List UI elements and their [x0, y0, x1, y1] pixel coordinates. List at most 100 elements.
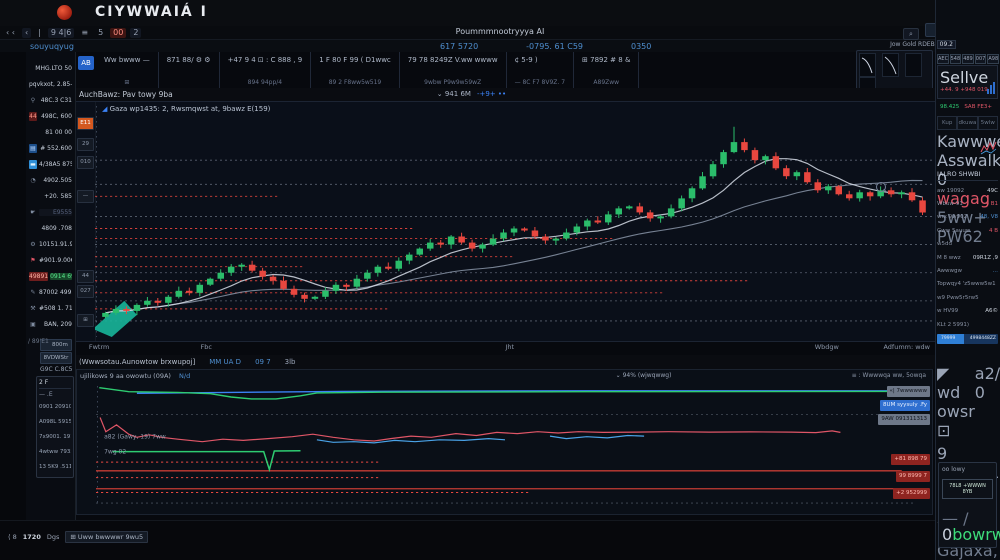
toolbar-group[interactable]: ⊞ 7892 # 8 & A89Zww: [574, 52, 639, 88]
row-icon: ◔: [29, 176, 37, 185]
order-card-box[interactable]: 78L8 +WWWN 8YB: [942, 479, 993, 499]
watchlist-row[interactable]: 49891 0914 69.5B: [26, 268, 75, 284]
kv-key: aw 19092: [937, 188, 964, 194]
nav-control[interactable]: |: [35, 28, 44, 38]
magnifier-icon[interactable]: [876, 182, 886, 192]
zoom-preset-button[interactable]: 8VDWStr: [40, 352, 72, 364]
sparkline: [980, 140, 998, 156]
mini-panel-row[interactable]: 4wtww 7935: [39, 445, 71, 460]
rail-button[interactable]: 027: [77, 285, 94, 298]
toolbar-group[interactable]: 1 F 80 F 99 ( D1wwc 89 2 F8ww5w519: [311, 52, 400, 88]
indicator-param[interactable]: 09 7: [255, 358, 271, 366]
quote-value: -0795. 61 C59: [526, 42, 583, 51]
order-entry-card[interactable]: oo lowy 78L8 +WWWN 8YB — / 0 bowrw: [938, 462, 997, 548]
right-panel-tabs: Kupdkuwa5wlw: [937, 116, 998, 130]
toolbar-group[interactable]: ¢ 5-9 ) — 8C F7 8V9Z. 7: [507, 52, 574, 88]
toolbar-group[interactable]: 79 78 8249Z V.ww wwww 9wbw P9w9w59wZ: [400, 52, 507, 88]
kv-row: aw 19092 49C: [937, 184, 998, 197]
row-value: 48C.3 C31: [39, 97, 72, 104]
nav-control[interactable]: ≡: [78, 28, 91, 38]
legend-text: Gaza wp1435: 2, Rwsmqwst at, 9bawz E(159…: [110, 105, 271, 113]
indicator-right-label[interactable]: ≡ : Wwwwqa ww, 5owqa: [852, 372, 926, 379]
watchlist-row[interactable]: ⚙ 10151.91.906: [26, 236, 75, 252]
candlestick-chart[interactable]: E1129010—44027⊞ ◢ Gaza wp1435: 2, Rwsmqw…: [76, 101, 935, 342]
chart-thumbnail[interactable]: [882, 53, 899, 77]
progress-left-label: 79999: [941, 336, 955, 341]
status-badge-button[interactable]: ⊞ Uww bwwwwr 9wu5: [65, 531, 148, 543]
mini-panel-row[interactable]: A098L 5915: [39, 415, 71, 430]
nav-control[interactable]: 9 4|6: [48, 28, 75, 38]
time-axis[interactable]: FwtrmFbcJhtWbdgw: [76, 341, 935, 354]
indicator-link[interactable]: N/d: [179, 372, 190, 380]
timeframe-chip[interactable]: A98: [987, 54, 999, 64]
watchlist-row[interactable]: ▤ # 552.600: [26, 140, 75, 156]
timeframe-chip[interactable]: 5481: [950, 54, 962, 64]
toolbar-group-label: 871 88/ ⚙ ⚙: [167, 56, 211, 64]
toolbar-group[interactable]: Ww bwww — ⊞: [96, 52, 159, 88]
quote-card[interactable]: Sellve +44. 9 +948 019 98.425 SAB FE3+: [937, 65, 998, 99]
watchlist-row[interactable]: MHG.LTO 50: [26, 60, 75, 76]
watchlist-row[interactable]: ⚲ 48C.3 C31: [26, 92, 75, 108]
right-panel-tab[interactable]: Kup: [937, 116, 957, 130]
symbol-name[interactable]: souyuqyug: [30, 42, 74, 51]
watchlist-row[interactable]: ✎ 87002 499508M: [26, 284, 75, 300]
watchlist-row[interactable]: ▬ 4/38A5 875-500: [26, 156, 75, 172]
rail-button[interactable]: 44: [77, 270, 94, 283]
trading-app-window: CIYWWAIÁ I ‹ ‹‹|9 4|6≡5002 Poummmnootryy…: [0, 0, 1000, 560]
nav-control[interactable]: 2: [130, 28, 141, 38]
depth-bars: [987, 82, 995, 94]
watchlist-row[interactable]: 81 00 00: [26, 124, 75, 140]
toolbar-group[interactable]: 871 88/ ⚙ ⚙: [159, 52, 220, 88]
watchlist-row[interactable]: 4809 .708: [26, 220, 75, 236]
kv-value: 48, V8: [980, 214, 998, 220]
rail-button[interactable]: 010: [77, 156, 94, 169]
order-submit[interactable]: bowrw: [952, 525, 1000, 544]
nav-control[interactable]: ‹ ‹: [3, 28, 18, 38]
mini-panel-row[interactable]: 13 5K9 .5115: [39, 460, 71, 475]
search-icon[interactable]: ⌕: [903, 28, 919, 40]
timeframe-chip[interactable]: 4894: [962, 54, 974, 64]
indicator-svg[interactable]: a82 (Gawy, 19) 7ww7wg 02: [96, 384, 914, 508]
app-title: CIYWWAIÁ I: [95, 4, 208, 20]
nav-control[interactable]: 00: [110, 28, 126, 38]
chart-thumbnail[interactable]: [859, 53, 876, 77]
timeframe-chip[interactable]: 007a: [975, 54, 987, 64]
progress-bar[interactable]: 79999 4998448ZZ: [937, 334, 998, 344]
rail-button[interactable]: ⊞: [77, 314, 94, 327]
mini-panel-row[interactable]: 0901 20910: [39, 400, 71, 415]
nav-control[interactable]: 5: [95, 28, 106, 38]
right-panel-tab[interactable]: dkuwa: [957, 116, 977, 130]
mini-panel-row[interactable]: 7x9001. 1913: [39, 430, 71, 445]
indicator-title[interactable]: (Wwwsotau.Aunowtow brxwupoj]: [79, 358, 195, 366]
watchlist-row[interactable]: ◔ 4902.505: [26, 172, 75, 188]
watchlist-row[interactable]: ☛ E9555: [26, 204, 75, 220]
watchlist-row[interactable]: +20. 585: [26, 188, 75, 204]
timeframe-chip[interactable]: AEC: [937, 54, 949, 64]
price-badge: +2 952999: [893, 488, 930, 499]
quote-value: 617 5720: [440, 42, 478, 51]
watchlist-row[interactable]: 44 498C, 600: [26, 108, 75, 124]
price-badge: +81 898 79: [891, 454, 930, 465]
nav-control[interactable]: ‹: [22, 28, 31, 38]
candles-svg[interactable]: [95, 102, 933, 341]
rail-button[interactable]: E11: [77, 117, 94, 130]
row-icon: ☛: [29, 208, 37, 217]
indicator-param[interactable]: MM UA D: [209, 358, 241, 366]
watchlist-row[interactable]: ⚑ #901.9.006: [26, 252, 75, 268]
mini-chart-widget[interactable]: #M 923 95 1 · .4 05 4#M: [856, 50, 933, 92]
rail-button[interactable]: —: [77, 190, 94, 203]
indicator-sub-title[interactable]: ujilikows 9 aa owowtu (09A): [80, 372, 171, 380]
rail-button[interactable]: 29: [77, 138, 94, 151]
kv-value: 49C: [987, 188, 998, 194]
toolbar-group[interactable]: +47 9 4 ⊡ : C 888 , 9 894 94pp/4: [220, 52, 312, 88]
chart-thumbnail[interactable]: [905, 53, 922, 77]
order-qty[interactable]: 0: [942, 525, 952, 544]
indicator-panel[interactable]: ujilikows 9 aa owowtu (09A) N/d ⌄ 94% (w…: [76, 369, 933, 515]
watchlist-row[interactable]: pqvkxot, 2.85-%: [26, 76, 75, 92]
watchlist-row[interactable]: ⚒ #508 1. 717: [26, 300, 75, 316]
watchlist-row[interactable]: ▣ BAN, 209: [26, 316, 75, 332]
orders-header[interactable]: ◤ wd owsr ⊡: [937, 364, 975, 440]
symbol-chip[interactable]: AB: [78, 56, 94, 70]
right-panel-tab[interactable]: 5wlw: [978, 116, 998, 130]
kv-row: M 8 wwz 09R1Z ,9: [937, 251, 998, 264]
